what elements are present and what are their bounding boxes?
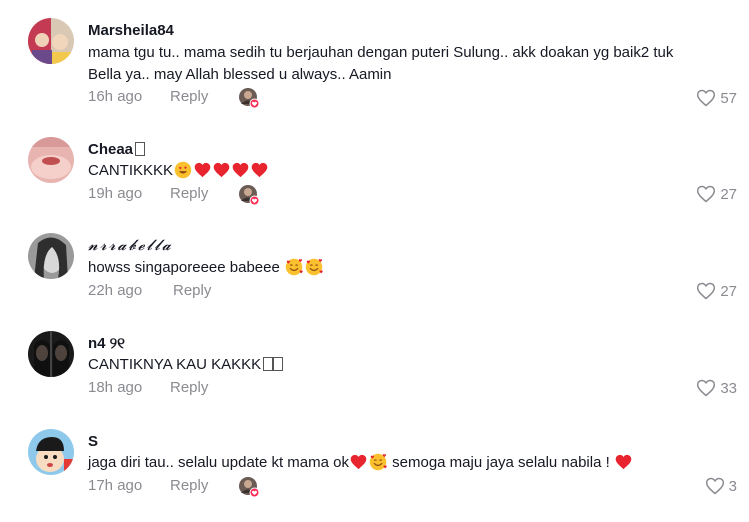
like-count: 57 bbox=[720, 89, 737, 107]
like-button[interactable]: 57 bbox=[696, 88, 737, 108]
comment-text: jaga diri tau.. selalu update kt mama ok… bbox=[88, 452, 728, 474]
like-count: 3 bbox=[728, 477, 737, 495]
comment-timestamp: 16h ago bbox=[88, 88, 143, 105]
comment-item: Marsheila84 mama tgu tu.. mama sedih tu … bbox=[0, 0, 749, 120]
username[interactable]: S bbox=[88, 433, 98, 450]
smiling-face-hearts-emoji-icon bbox=[285, 258, 303, 276]
creator-liked-icon bbox=[238, 476, 260, 498]
avatar[interactable] bbox=[28, 233, 74, 279]
comment-timestamp: 18h ago bbox=[88, 379, 143, 396]
comment-item: 𝓷𝓻𝓻𝓪𝓫𝓮𝓵𝓵𝓪 howss singaporeeee babeee 22h … bbox=[0, 216, 749, 314]
comment-item: Cheaa CANTIKKKK 19h ago Reply 27 bbox=[0, 120, 749, 216]
red-heart-emoji-icon bbox=[615, 454, 632, 470]
avatar-image bbox=[28, 137, 74, 183]
red-heart-emoji-icon bbox=[232, 162, 249, 178]
username[interactable]: Cheaa bbox=[88, 141, 146, 158]
heart-eyes-emoji-icon bbox=[174, 161, 192, 179]
comment-timestamp: 19h ago bbox=[88, 185, 143, 202]
comment-text-body: CANTIKNYA KAU KAKKK bbox=[88, 356, 262, 373]
comment-item: S jaga diri tau.. selalu update kt mama … bbox=[0, 412, 749, 522]
reply-button[interactable]: Reply bbox=[173, 282, 211, 299]
comment-text: CANTIKKKK bbox=[88, 160, 728, 182]
avatar-image bbox=[28, 18, 74, 64]
red-heart-emoji-icon bbox=[194, 162, 211, 178]
comment-timestamp: 17h ago bbox=[88, 477, 143, 494]
comment-text-body: howss singaporeeee babeee bbox=[88, 259, 280, 276]
reply-button[interactable]: Reply bbox=[170, 88, 208, 105]
avatar-image bbox=[28, 429, 74, 475]
avatar[interactable] bbox=[28, 429, 74, 475]
username-text: Cheaa bbox=[88, 141, 134, 158]
red-heart-emoji-icon bbox=[213, 162, 230, 178]
comment-text-body: CANTIKKKK bbox=[88, 162, 174, 179]
avatar[interactable] bbox=[28, 137, 74, 183]
like-count: 27 bbox=[720, 282, 737, 300]
smiling-face-hearts-emoji-icon bbox=[369, 453, 387, 471]
comment-text-line: Bella ya.. may Allah blessed u always.. … bbox=[88, 66, 392, 83]
avatar[interactable] bbox=[28, 18, 74, 64]
heart-outline-icon bbox=[696, 88, 716, 108]
red-heart-emoji-icon bbox=[251, 162, 268, 178]
comment-item: n4 ୨୧ CANTIKNYA KAU KAKKK 18h ago Reply … bbox=[0, 314, 749, 412]
comment-text-body: semoga maju jaya selalu nabila ! bbox=[387, 454, 614, 471]
heart-outline-icon bbox=[705, 476, 725, 496]
avatar[interactable] bbox=[28, 331, 74, 377]
like-button[interactable]: 33 bbox=[696, 378, 737, 398]
reply-button[interactable]: Reply bbox=[170, 379, 208, 396]
like-button[interactable]: 27 bbox=[696, 281, 737, 301]
like-button[interactable]: 27 bbox=[696, 184, 737, 204]
like-count: 27 bbox=[720, 185, 737, 203]
avatar-image bbox=[28, 331, 74, 377]
creator-liked-icon bbox=[238, 87, 260, 109]
username[interactable]: Marsheila84 bbox=[88, 22, 174, 39]
comment-text-body: jaga diri tau.. selalu update kt mama ok bbox=[88, 454, 349, 471]
comment-text: CANTIKNYA KAU KAKKK bbox=[88, 354, 728, 376]
like-button[interactable]: 3 bbox=[705, 476, 737, 496]
comment-timestamp: 22h ago bbox=[88, 282, 143, 299]
username[interactable]: n4 ୨୧ bbox=[88, 335, 125, 352]
smiling-face-hearts-emoji-icon bbox=[305, 258, 323, 276]
comment-text-line: mama tgu tu.. mama sedih tu berjauhan de… bbox=[88, 44, 674, 61]
red-heart-emoji-icon bbox=[350, 454, 367, 470]
heart-outline-icon bbox=[696, 184, 716, 204]
reply-button[interactable]: Reply bbox=[170, 185, 208, 202]
comment-text: howss singaporeeee babeee bbox=[88, 257, 728, 279]
comment-text: mama tgu tu.. mama sedih tu berjauhan de… bbox=[88, 42, 728, 86]
avatar-image bbox=[28, 233, 74, 279]
reply-button[interactable]: Reply bbox=[170, 477, 208, 494]
heart-outline-icon bbox=[696, 281, 716, 301]
creator-liked-icon bbox=[238, 184, 260, 206]
unknown-glyph-icon bbox=[273, 357, 284, 371]
username[interactable]: 𝓷𝓻𝓻𝓪𝓫𝓮𝓵𝓵𝓪 bbox=[88, 236, 173, 254]
like-count: 33 bbox=[720, 379, 737, 397]
unknown-glyph-icon bbox=[263, 357, 274, 371]
unknown-glyph-icon bbox=[135, 142, 146, 156]
heart-outline-icon bbox=[696, 378, 716, 398]
